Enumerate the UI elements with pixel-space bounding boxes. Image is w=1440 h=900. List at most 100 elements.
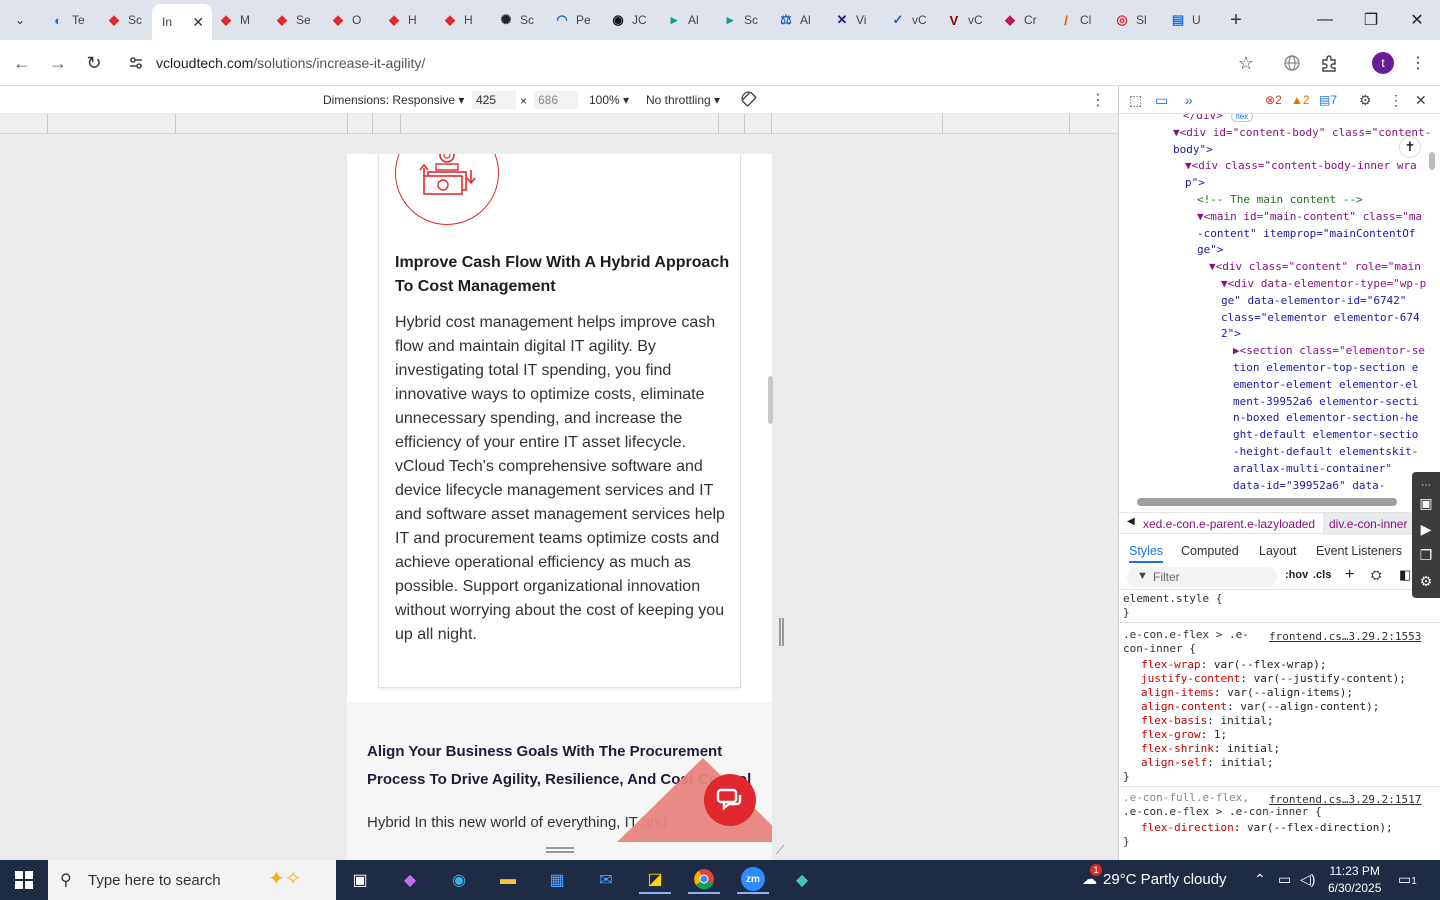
bookmark-star-icon[interactable]: ☆ — [1238, 53, 1254, 74]
browser-tab[interactable]: ⚖ Al — [768, 6, 824, 34]
height-input[interactable]: 686 — [534, 91, 578, 109]
dom-node-line[interactable]: 2"> — [1221, 326, 1241, 343]
back-button[interactable]: ← — [8, 49, 36, 77]
flex-badge[interactable]: flex — [1230, 114, 1254, 122]
browser-tab[interactable]: ◐ Te — [40, 6, 96, 34]
extensions-icon[interactable] — [1318, 52, 1340, 74]
forward-button[interactable]: → — [44, 49, 72, 77]
browser-tab[interactable]: ▸ Sc — [712, 6, 768, 34]
volume-icon[interactable]: ◁) — [1300, 871, 1315, 888]
minimize-button[interactable]: — — [1302, 6, 1348, 34]
tab-event-listeners[interactable]: Event Listeners — [1316, 544, 1402, 558]
site-info-icon[interactable] — [122, 49, 150, 77]
browser-tab[interactable]: ▸ Al — [656, 6, 712, 34]
weather-widget[interactable]: ☁ 1 29°C Partly cloudy — [1082, 864, 1227, 888]
dom-node-line[interactable]: p"> — [1185, 175, 1205, 192]
settings-gear-icon[interactable]: ⚙ — [1359, 92, 1372, 109]
device-scrollbar[interactable] — [768, 376, 773, 424]
css-property[interactable]: flex-basis: initial; — [1141, 714, 1273, 728]
copilot-app-icon[interactable]: ◆ — [394, 866, 426, 894]
message-count[interactable]: ▤7 — [1319, 93, 1337, 107]
profile-avatar[interactable]: t — [1372, 52, 1394, 74]
breadcrumb-left-icon[interactable]: ◀ — [1127, 516, 1135, 527]
dom-node-line[interactable]: body"> — [1173, 142, 1213, 159]
sticky-notes-icon[interactable]: ◪ — [639, 866, 671, 894]
tab-search-button[interactable]: ⌄ — [6, 6, 34, 34]
translate-icon[interactable] — [1281, 52, 1303, 74]
dom-node-line[interactable]: ▼<main id="main-content" class="ma — [1197, 209, 1422, 226]
css-property[interactable]: align-self: initial; — [1141, 756, 1273, 770]
zoom-dropdown[interactable]: 100% ▾ — [589, 93, 629, 107]
css-property[interactable]: justify-content: var(--justify-content); — [1141, 672, 1406, 686]
device-options-icon[interactable]: ⋮ — [1090, 90, 1106, 110]
browser-tab[interactable]: / Cl — [1048, 6, 1104, 34]
window-icon[interactable]: ❐ — [1417, 546, 1435, 564]
css-property[interactable]: flex-shrink: initial; — [1141, 742, 1280, 756]
dom-node-line[interactable]: class="elementor elementor-674 — [1221, 310, 1420, 327]
breadcrumb-item-selected[interactable]: div.e-con-inner — [1323, 513, 1414, 535]
elements-scrollbar[interactable] — [1429, 152, 1435, 170]
edge-app-icon[interactable]: ◉ — [443, 866, 475, 894]
browser-tab[interactable]: ✓ vC — [880, 6, 936, 34]
network-icon[interactable]: ▭ — [1278, 871, 1291, 888]
devtools-menu-icon[interactable]: ⋮ — [1389, 92, 1403, 109]
styles-filter-input[interactable]: ▼ Filter — [1127, 567, 1277, 587]
dom-node-line[interactable]: <!-- The main content --> — [1197, 192, 1363, 209]
media-query-ruler[interactable] — [0, 114, 1118, 134]
dom-node-line[interactable]: data-id="39952a6" data- — [1233, 478, 1385, 494]
system-clock[interactable]: 11:23 PM 6/30/2025 — [1328, 863, 1381, 897]
dom-node-line[interactable]: ge"> — [1197, 242, 1224, 259]
device-toggle-icon[interactable]: ▭ — [1155, 92, 1168, 109]
start-button[interactable] — [0, 860, 48, 900]
hover-state-button[interactable]: :hov — [1285, 569, 1308, 581]
browser-tab[interactable]: ◆ H — [432, 6, 488, 34]
add-rule-icon[interactable]: + — [1345, 566, 1354, 584]
browser-tab[interactable]: ◆ O — [320, 6, 376, 34]
throttling-dropdown[interactable]: No throttling ▾ — [646, 93, 720, 107]
taskbar-search[interactable]: ⚲ Type here to search ✦✧ — [48, 860, 336, 900]
dom-node-line[interactable]: ment-39952a6 elementor-secti — [1233, 394, 1418, 411]
css-property[interactable]: align-content: var(--align-content); — [1141, 700, 1379, 714]
elements-horizontal-scrollbar[interactable] — [1137, 498, 1397, 506]
browser-tab[interactable]: ◉ JC — [600, 6, 656, 34]
browser-tab[interactable]: ◆ Se — [264, 6, 320, 34]
class-toggle-button[interactable]: .cls — [1313, 569, 1331, 581]
video-icon[interactable]: ▶ — [1417, 520, 1435, 538]
chat-button[interactable] — [704, 774, 756, 826]
close-window-button[interactable]: ✕ — [1394, 6, 1440, 34]
inspect-element-icon[interactable]: ⬚ — [1129, 92, 1142, 109]
rule-source-link[interactable]: frontend.cs…3.29.2:1553 — [1269, 630, 1421, 644]
rail-menu-icon[interactable]: ⋯ — [1417, 476, 1435, 494]
resize-handle-bottom[interactable] — [546, 847, 574, 853]
devtools-close-icon[interactable]: ✕ — [1415, 92, 1427, 109]
dom-node-line[interactable]: ementor-element elementor-el — [1233, 377, 1418, 394]
breadcrumb-item[interactable]: xed.e-con.e-parent.e-lazyloaded — [1143, 517, 1315, 531]
copilot-sparkle-icon[interactable]: ✦✧ — [268, 866, 302, 891]
dom-node-line[interactable]: ge" data-elementor-id="6742" — [1221, 293, 1406, 310]
tab-close-icon[interactable]: ✕ — [192, 14, 204, 31]
task-view-icon[interactable]: ▣ — [344, 866, 376, 894]
element-style-rule[interactable]: element.style { — [1123, 592, 1222, 606]
width-input[interactable]: 425 — [472, 91, 516, 109]
browser-tab[interactable]: ✺ Sc — [488, 6, 544, 34]
browser-tab[interactable]: ◆ Sc — [96, 6, 152, 34]
elements-tree[interactable]: </div> flex ▼<div id="content-body" class=… — [1119, 114, 1440, 494]
rail-settings-icon[interactable]: ⚙ — [1417, 572, 1435, 590]
browser-tab[interactable]: ◎ Sl — [1104, 6, 1160, 34]
address-bar[interactable]: vcloudtech.com/solutions/increase-it-agi… — [114, 46, 1272, 80]
dom-node-line[interactable]: tion elementor-top-section e — [1233, 360, 1418, 377]
warning-count[interactable]: ▲2 — [1291, 93, 1310, 107]
dom-node-line[interactable]: ▼<div data-elementor-type="wp-p — [1221, 276, 1426, 293]
browser-tab[interactable]: ▤ U — [1160, 6, 1216, 34]
browser-menu-icon[interactable]: ⋮ — [1407, 52, 1429, 74]
browser-tab[interactable]: ◆ H — [376, 6, 432, 34]
app-diamond-icon[interactable]: ◆ — [786, 866, 818, 894]
notification-center-icon[interactable]: ▭1 — [1398, 871, 1417, 888]
resize-handle-corner[interactable]: ⟋ — [776, 843, 784, 858]
accessibility-icon[interactable]: ✝ — [1399, 136, 1421, 158]
dom-node-line[interactable]: -height-default elementskit- — [1233, 444, 1418, 461]
tab-styles[interactable]: Styles — [1129, 544, 1164, 563]
maximize-button[interactable]: ❐ — [1348, 6, 1394, 34]
dom-node-line[interactable]: arallax-multi-container" — [1233, 461, 1392, 478]
css-property[interactable]: align-items: var(--align-items); — [1141, 686, 1353, 700]
